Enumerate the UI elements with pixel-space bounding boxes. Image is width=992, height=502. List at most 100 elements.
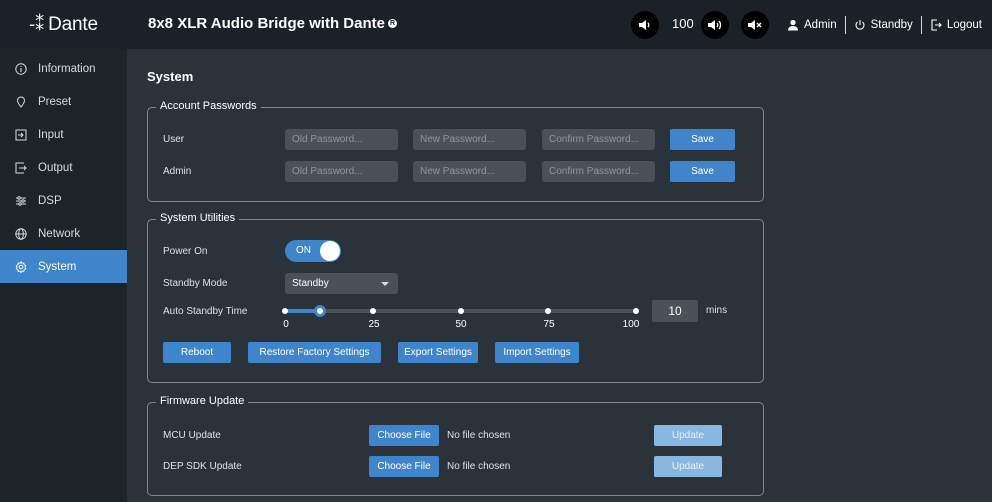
sidebar-item-label: System [38,260,77,273]
slider-tick-label: 0 [283,319,289,330]
logout-button[interactable]: Logout [930,19,982,31]
dante-logo-icon: -⁑ [29,14,45,34]
mcu-file-status: No file chosen [447,430,511,441]
logo-text: Dante [48,13,98,35]
sidebar-item-label: Network [38,227,81,240]
admin-new-password-input[interactable] [413,161,526,182]
slider-stop [369,308,376,314]
output-icon [15,162,27,173]
auto-standby-value-input[interactable]: 10 [652,300,698,322]
dep-sdk-choose-file-button[interactable]: Choose File [369,456,439,477]
sidebar-item-information[interactable]: Information [0,52,127,85]
dsp-icon [16,195,26,206]
registered-icon: R [387,19,397,28]
sidebar: Information Preset Input Output DSP Netw… [0,49,127,502]
mcu-update-label: MCU Update [163,430,221,441]
gear-icon [15,260,27,273]
main-content: System Account Passwords User Save Admin… [127,49,992,502]
speaker-low-icon [639,20,650,30]
volume-up-button[interactable] [701,11,729,39]
slider-stop [282,308,288,314]
toggle-knob [320,241,340,261]
power-on-label: Power On [163,246,208,257]
user-new-password-input[interactable] [413,129,526,150]
user-password-label: User [163,134,185,145]
slider-tick-label: 50 [455,319,467,330]
speaker-mute-icon [748,20,762,30]
sidebar-item-system[interactable]: System [0,250,127,283]
dante-logo: -⁑ Dante [0,0,127,49]
slider-thumb[interactable] [314,305,327,317]
section-legend: System Utilities [156,212,240,224]
restore-factory-settings-button[interactable]: Restore Factory Settings [248,342,381,363]
page-title: System [147,69,194,84]
mcu-choose-file-button[interactable]: Choose File [369,425,439,446]
slider-tick-label: 25 [368,319,380,330]
input-icon [15,129,27,140]
account-passwords-section: Account Passwords User Save Admin Save [147,100,764,202]
mcu-update-button[interactable]: Update [654,425,722,446]
standby-mode-value: Standby [292,278,329,289]
standby-mode-select[interactable]: Standby [285,273,398,294]
user-menu[interactable]: Admin [787,19,837,31]
top-bar: -⁑ Dante 8x8 XLR Audio Bridge with Dante… [0,0,992,49]
sidebar-item-label: Input [38,128,64,141]
device-title: 8x8 XLR Audio Bridge with Dante R [148,15,397,32]
admin-confirm-password-input[interactable] [542,161,655,182]
admin-password-label: Admin [163,166,192,177]
sidebar-item-label: Output [38,161,73,174]
slider-stop [457,308,464,314]
sidebar-item-input[interactable]: Input [0,118,127,151]
globe-icon [15,227,27,240]
sidebar-item-dsp[interactable]: DSP [0,184,127,217]
preset-icon [16,95,26,108]
info-icon [15,62,27,75]
logout-label: Logout [946,18,982,31]
sidebar-item-label: Preset [38,95,72,108]
dep-sdk-file-status: No file chosen [447,461,511,472]
user-controls: Admin Standby Logout [787,0,982,49]
auto-standby-unit: mins [706,305,728,316]
reboot-button[interactable]: Reboot [163,342,231,363]
chevron-down-icon [381,282,389,286]
sidebar-item-label: DSP [38,194,62,207]
import-settings-button[interactable]: Import Settings [495,342,579,363]
speaker-high-icon [708,20,722,30]
user-name: Admin [804,18,837,31]
power-toggle-state: ON [296,245,311,256]
admin-old-password-input[interactable] [285,161,398,182]
volume-down-button[interactable] [631,11,659,39]
standby-label: Standby [870,18,913,31]
slider-tick-label: 75 [543,319,555,330]
divider [920,15,922,34]
power-icon [855,19,865,30]
volume-value: 100 [672,16,694,31]
sidebar-item-label: Information [38,62,96,75]
section-legend: Account Passwords [156,100,261,112]
slider-tick-label: 100 [622,319,640,330]
dep-sdk-update-label: DEP SDK Update [163,461,242,472]
section-legend: Firmware Update [156,395,249,407]
power-toggle[interactable]: ON [285,240,341,262]
standby-button[interactable]: Standby [854,19,913,31]
sidebar-item-network[interactable]: Network [0,217,127,250]
user-confirm-password-input[interactable] [542,129,655,150]
divider [844,15,846,34]
slider-stop [545,308,552,314]
admin-save-button[interactable]: Save [670,161,735,182]
user-save-button[interactable]: Save [670,129,735,150]
user-icon [788,19,798,30]
auto-standby-label: Auto Standby Time [163,306,248,317]
user-old-password-input[interactable] [285,129,398,150]
mute-button[interactable] [741,11,769,39]
system-utilities-section: System Utilities Power On ON Standby Mod… [147,212,764,383]
sidebar-item-preset[interactable]: Preset [0,85,127,118]
export-settings-button[interactable]: Export Settings [398,342,478,363]
dep-sdk-update-button[interactable]: Update [654,456,722,477]
slider-stop [633,308,639,314]
sidebar-item-output[interactable]: Output [0,151,127,184]
logout-icon [931,18,942,31]
standby-mode-label: Standby Mode [163,278,228,289]
firmware-update-section: Firmware Update MCU Update Choose File N… [147,395,764,496]
auto-standby-slider[interactable] [282,305,639,317]
